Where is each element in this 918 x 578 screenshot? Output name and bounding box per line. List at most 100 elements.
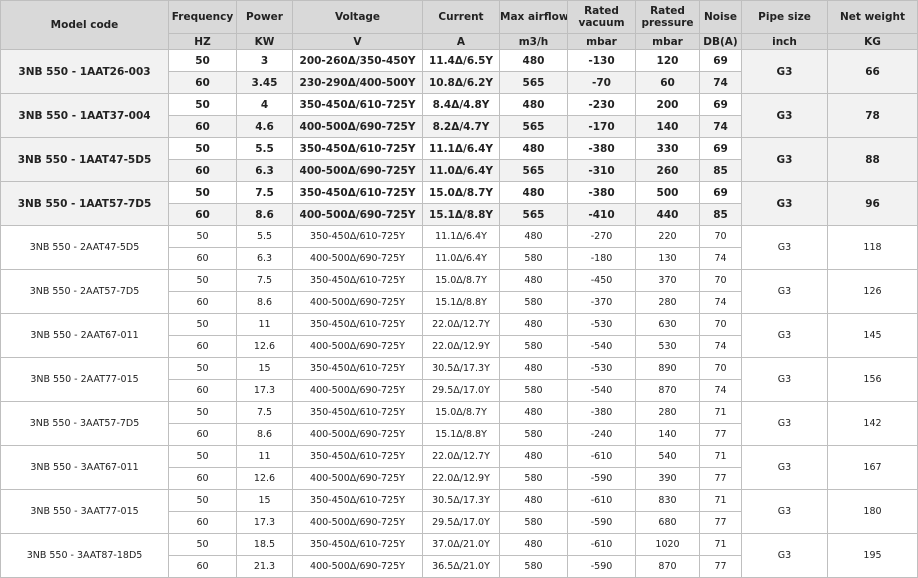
frequency-cell: 50 [168,181,237,204]
model-code-cell: 3NB 550 - 3AAT57-7D5 [0,401,169,446]
power-cell: 6.3 [236,159,293,182]
pressure-cell: 140 [635,115,700,138]
voltage-cell: 350-450Δ/610-725Y [292,137,423,160]
power-cell: 3 [236,49,293,72]
airflow-cell: 580 [499,423,568,446]
pipe-size-cell: G3 [741,137,828,182]
voltage-cell: 400-500Δ/690-725Y [292,291,423,314]
power-cell: 4 [236,93,293,116]
current-cell: 22.0Δ/12.7Y [422,445,500,468]
vacuum-cell: -610 [567,533,636,556]
pressure-cell: 540 [635,445,700,468]
vacuum-cell: -170 [567,115,636,138]
noise-cell: 74 [699,335,742,358]
net-weight-cell: 118 [827,225,918,270]
net-weight-cell: 195 [827,533,918,578]
vacuum-cell: -380 [567,181,636,204]
power-cell: 15 [236,357,293,380]
frequency-cell: 50 [168,533,237,556]
col-header-pressure: Rated pressure [635,0,700,34]
noise-cell: 74 [699,115,742,138]
vacuum-cell: -130 [567,49,636,72]
current-cell: 29.5Δ/17.0Y [422,379,500,402]
spec-table: Model code Frequency Power Voltage Curre… [0,0,918,578]
current-cell: 11.4Δ/6.5Y [422,49,500,72]
pipe-size-cell: G3 [741,49,828,94]
pressure-cell: 830 [635,489,700,512]
airflow-cell: 580 [499,467,568,490]
noise-cell: 71 [699,533,742,556]
pressure-cell: 680 [635,511,700,534]
noise-cell: 69 [699,93,742,116]
current-cell: 22.0Δ/12.9Y [422,467,500,490]
pressure-cell: 260 [635,159,700,182]
model-code-cell: 3NB 550 - 3AAT87-18D5 [0,533,169,578]
pipe-size-cell: G3 [741,357,828,402]
net-weight-cell: 88 [827,137,918,182]
current-cell: 22.0Δ/12.7Y [422,313,500,336]
table-row: 3NB 550 - 1AAT47-5D5 50 5.5 350-450Δ/610-72… [0,137,918,182]
pressure-cell: 130 [635,247,700,270]
frequency-cell: 60 [168,511,237,534]
power-cell: 18.5 [236,533,293,556]
pressure-cell: 140 [635,423,700,446]
vacuum-cell: -610 [567,445,636,468]
vacuum-cell: -530 [567,313,636,336]
pressure-cell: 280 [635,291,700,314]
unit-vacuum: mbar [567,33,636,50]
airflow-cell: 480 [499,181,568,204]
pressure-cell: 200 [635,93,700,116]
current-cell: 29.5Δ/17.0Y [422,511,500,534]
vacuum-cell: -240 [567,423,636,446]
voltage-cell: 350-450Δ/610-725Y [292,533,423,556]
power-cell: 8.6 [236,291,293,314]
table-row: 3NB 550 - 2AAT57-7D5 50 7.5 350-450Δ/610-72… [0,269,918,314]
vacuum-cell: -450 [567,269,636,292]
frequency-cell: 60 [168,291,237,314]
current-cell: 15.0Δ/8.7Y [422,401,500,424]
frequency-cell: 50 [168,225,237,248]
vacuum-cell: -270 [567,225,636,248]
table-row: 3NB 550 - 1AAT57-7D5 50 7.5 350-450Δ/610-72… [0,181,918,226]
voltage-cell: 350-450Δ/610-725Y [292,489,423,512]
airflow-cell: 580 [499,291,568,314]
model-code-cell: 3NB 550 - 1AAT57-7D5 [0,181,169,226]
unit-airflow: m3/h [499,33,568,50]
power-cell: 4.6 [236,115,293,138]
noise-cell: 70 [699,357,742,380]
current-cell: 15.1Δ/8.8Y [422,203,500,226]
frequency-cell: 60 [168,335,237,358]
power-cell: 7.5 [236,181,293,204]
pressure-cell: 630 [635,313,700,336]
voltage-cell: 400-500Δ/690-725Y [292,423,423,446]
unit-net-weight: KG [827,33,918,50]
unit-frequency: HZ [168,33,237,50]
pressure-cell: 870 [635,555,700,578]
frequency-cell: 50 [168,49,237,72]
vacuum-cell: -380 [567,401,636,424]
noise-cell: 71 [699,445,742,468]
noise-cell: 85 [699,203,742,226]
model-code-cell: 3NB 550 - 2AAT77-015 [0,357,169,402]
frequency-cell: 60 [168,467,237,490]
pipe-size-cell: G3 [741,269,828,314]
net-weight-cell: 167 [827,445,918,490]
current-cell: 15.0Δ/8.7Y [422,269,500,292]
current-cell: 15.0Δ/8.7Y [422,181,500,204]
table-row: 3NB 550 - 2AAT47-5D5 50 5.5 350-450Δ/610-72… [0,225,918,270]
current-cell: 15.1Δ/8.8Y [422,423,500,446]
airflow-cell: 580 [499,335,568,358]
vacuum-cell: -590 [567,467,636,490]
airflow-cell: 480 [499,533,568,556]
power-cell: 7.5 [236,401,293,424]
unit-voltage: V [292,33,423,50]
pressure-cell: 330 [635,137,700,160]
noise-cell: 69 [699,181,742,204]
frequency-cell: 60 [168,159,237,182]
airflow-cell: 580 [499,511,568,534]
table-row: 3NB 550 - 1AAT37-004 50 4 350-450Δ/610-725Y… [0,93,918,138]
noise-cell: 77 [699,423,742,446]
noise-cell: 70 [699,269,742,292]
col-header-model: Model code [0,0,169,50]
vacuum-cell: -410 [567,203,636,226]
